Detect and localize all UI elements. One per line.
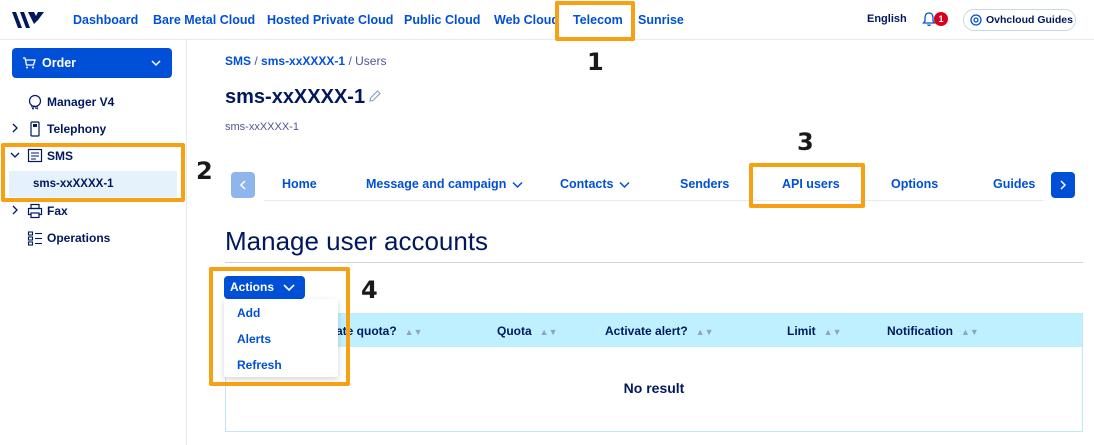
sidebar-item-telephony[interactable]: Telephony: [0, 118, 186, 140]
phone-icon: [30, 121, 40, 137]
nav-web-cloud[interactable]: Web Cloud: [494, 13, 559, 27]
tab-label: Home: [282, 177, 317, 191]
step-number-3: 3: [797, 128, 814, 156]
guides-label: Ovhcloud Guides: [986, 14, 1073, 26]
breadcrumb-separator: /: [348, 54, 352, 68]
breadcrumb-sms[interactable]: SMS: [225, 54, 251, 68]
section-title: Manage user accounts: [225, 226, 489, 256]
operations-icon: [27, 231, 42, 246]
column-header-notification[interactable]: Notification ▲▼: [887, 324, 979, 338]
fax-icon: [27, 203, 43, 219]
highlight-box-actions: [209, 267, 350, 386]
lifebuoy-icon: [970, 14, 982, 26]
sidebar-item-operations[interactable]: Operations: [0, 227, 186, 249]
chevron-right-icon: [12, 123, 18, 133]
manager-v4-icon: V4: [28, 94, 42, 111]
notification-badge: 1: [934, 12, 948, 26]
page-subtitle: sms-xxXXXX-1: [225, 121, 299, 133]
chevron-down-icon: [619, 181, 631, 188]
svg-text:V4: V4: [31, 106, 39, 111]
sidebar-item-label: Operations: [47, 231, 111, 245]
highlight-box-telecom: [555, 1, 635, 41]
page-title: sms-xxXXXX-1: [225, 86, 366, 108]
sort-icon: ▲▼: [404, 327, 423, 337]
tab-message-and-campaign[interactable]: Message and campaign: [366, 177, 523, 191]
tab-guides[interactable]: Guides: [993, 177, 1035, 191]
tab-label: Options: [891, 177, 939, 191]
highlight-box-api-users: [749, 163, 865, 208]
chevron-right-icon: [1060, 180, 1067, 190]
nav-sunrise[interactable]: Sunrise: [638, 13, 684, 27]
column-label: Quota: [497, 324, 532, 338]
order-button[interactable]: Order: [12, 48, 172, 78]
tab-label: Message and campaign: [366, 177, 507, 191]
column-header-quota[interactable]: Quota ▲▼: [497, 324, 558, 338]
sort-icon: ▲▼: [695, 327, 714, 337]
order-label: Order: [42, 56, 77, 70]
language-selector[interactable]: English: [867, 13, 907, 25]
step-number-2: 2: [196, 157, 213, 185]
tab-label: Senders: [680, 177, 730, 191]
nav-bare-metal-cloud[interactable]: Bare Metal Cloud: [153, 13, 255, 27]
cart-icon: [23, 57, 36, 69]
sort-icon: ▲▼: [961, 327, 979, 337]
sidebar-item-label: Telephony: [47, 122, 107, 136]
tab-options[interactable]: Options: [891, 177, 938, 191]
highlight-box-sms: [1, 143, 185, 202]
sidebar: Order V4 Manager V4 Telephony SMS sms-xx…: [0, 40, 187, 445]
breadcrumb-separator: /: [254, 54, 258, 68]
tab-senders[interactable]: Senders: [680, 177, 729, 191]
breadcrumb-account[interactable]: sms-xxXXXX-1: [261, 54, 345, 68]
top-navigation: Dashboard Bare Metal Cloud Hosted Privat…: [0, 0, 1094, 40]
sidebar-item-fax[interactable]: Fax: [0, 200, 186, 222]
sort-icon: ▲▼: [539, 327, 558, 337]
chevron-down-icon: [512, 181, 523, 188]
sidebar-item-label: Fax: [47, 204, 68, 218]
tab-label: Guides: [993, 177, 1036, 191]
step-number-4: 4: [361, 276, 378, 304]
column-label: Limit: [787, 324, 816, 338]
tab-label: Contacts: [560, 177, 614, 191]
chevron-down-icon: [151, 60, 161, 67]
column-label: Notification: [887, 324, 953, 338]
nav-dashboard[interactable]: Dashboard: [73, 13, 138, 27]
tabs-scroll-left-button[interactable]: [231, 172, 255, 198]
users-table: ate quota? ▲▼ Quota ▲▼ Activate alert? ▲▼ L…: [225, 313, 1083, 432]
chevron-left-icon: [239, 180, 246, 190]
breadcrumb: SMS / sms-xxXXXX-1 / Users: [225, 54, 386, 68]
column-header-limit[interactable]: Limit ▲▼: [787, 324, 842, 338]
column-label: Activate alert?: [605, 324, 688, 338]
sort-icon: ▲▼: [823, 327, 842, 337]
sidebar-item-manager-v4[interactable]: V4 Manager V4: [0, 91, 186, 113]
empty-state: No result: [623, 380, 685, 396]
nav-hosted-private-cloud[interactable]: Hosted Private Cloud: [267, 13, 393, 27]
chevron-right-icon: [12, 205, 18, 215]
step-number-1: 1: [587, 48, 604, 76]
pencil-icon[interactable]: [368, 89, 382, 103]
section-divider: [225, 262, 1083, 263]
tab-home[interactable]: Home: [282, 177, 317, 191]
nav-public-cloud[interactable]: Public Cloud: [404, 13, 480, 27]
column-header-activate-alert[interactable]: Activate alert? ▲▼: [605, 324, 714, 338]
tabs-scroll-right-button[interactable]: [1051, 172, 1075, 198]
table-header: ate quota? ▲▼ Quota ▲▼ Activate alert? ▲▼ L…: [226, 314, 1082, 347]
sidebar-item-label: Manager V4: [47, 95, 115, 109]
ovh-logo[interactable]: [10, 10, 46, 30]
tabs-divider: [264, 200, 1044, 201]
tab-contacts[interactable]: Contacts: [560, 177, 631, 191]
guides-button[interactable]: Ovhcloud Guides: [963, 9, 1076, 31]
breadcrumb-current: Users: [355, 54, 387, 68]
